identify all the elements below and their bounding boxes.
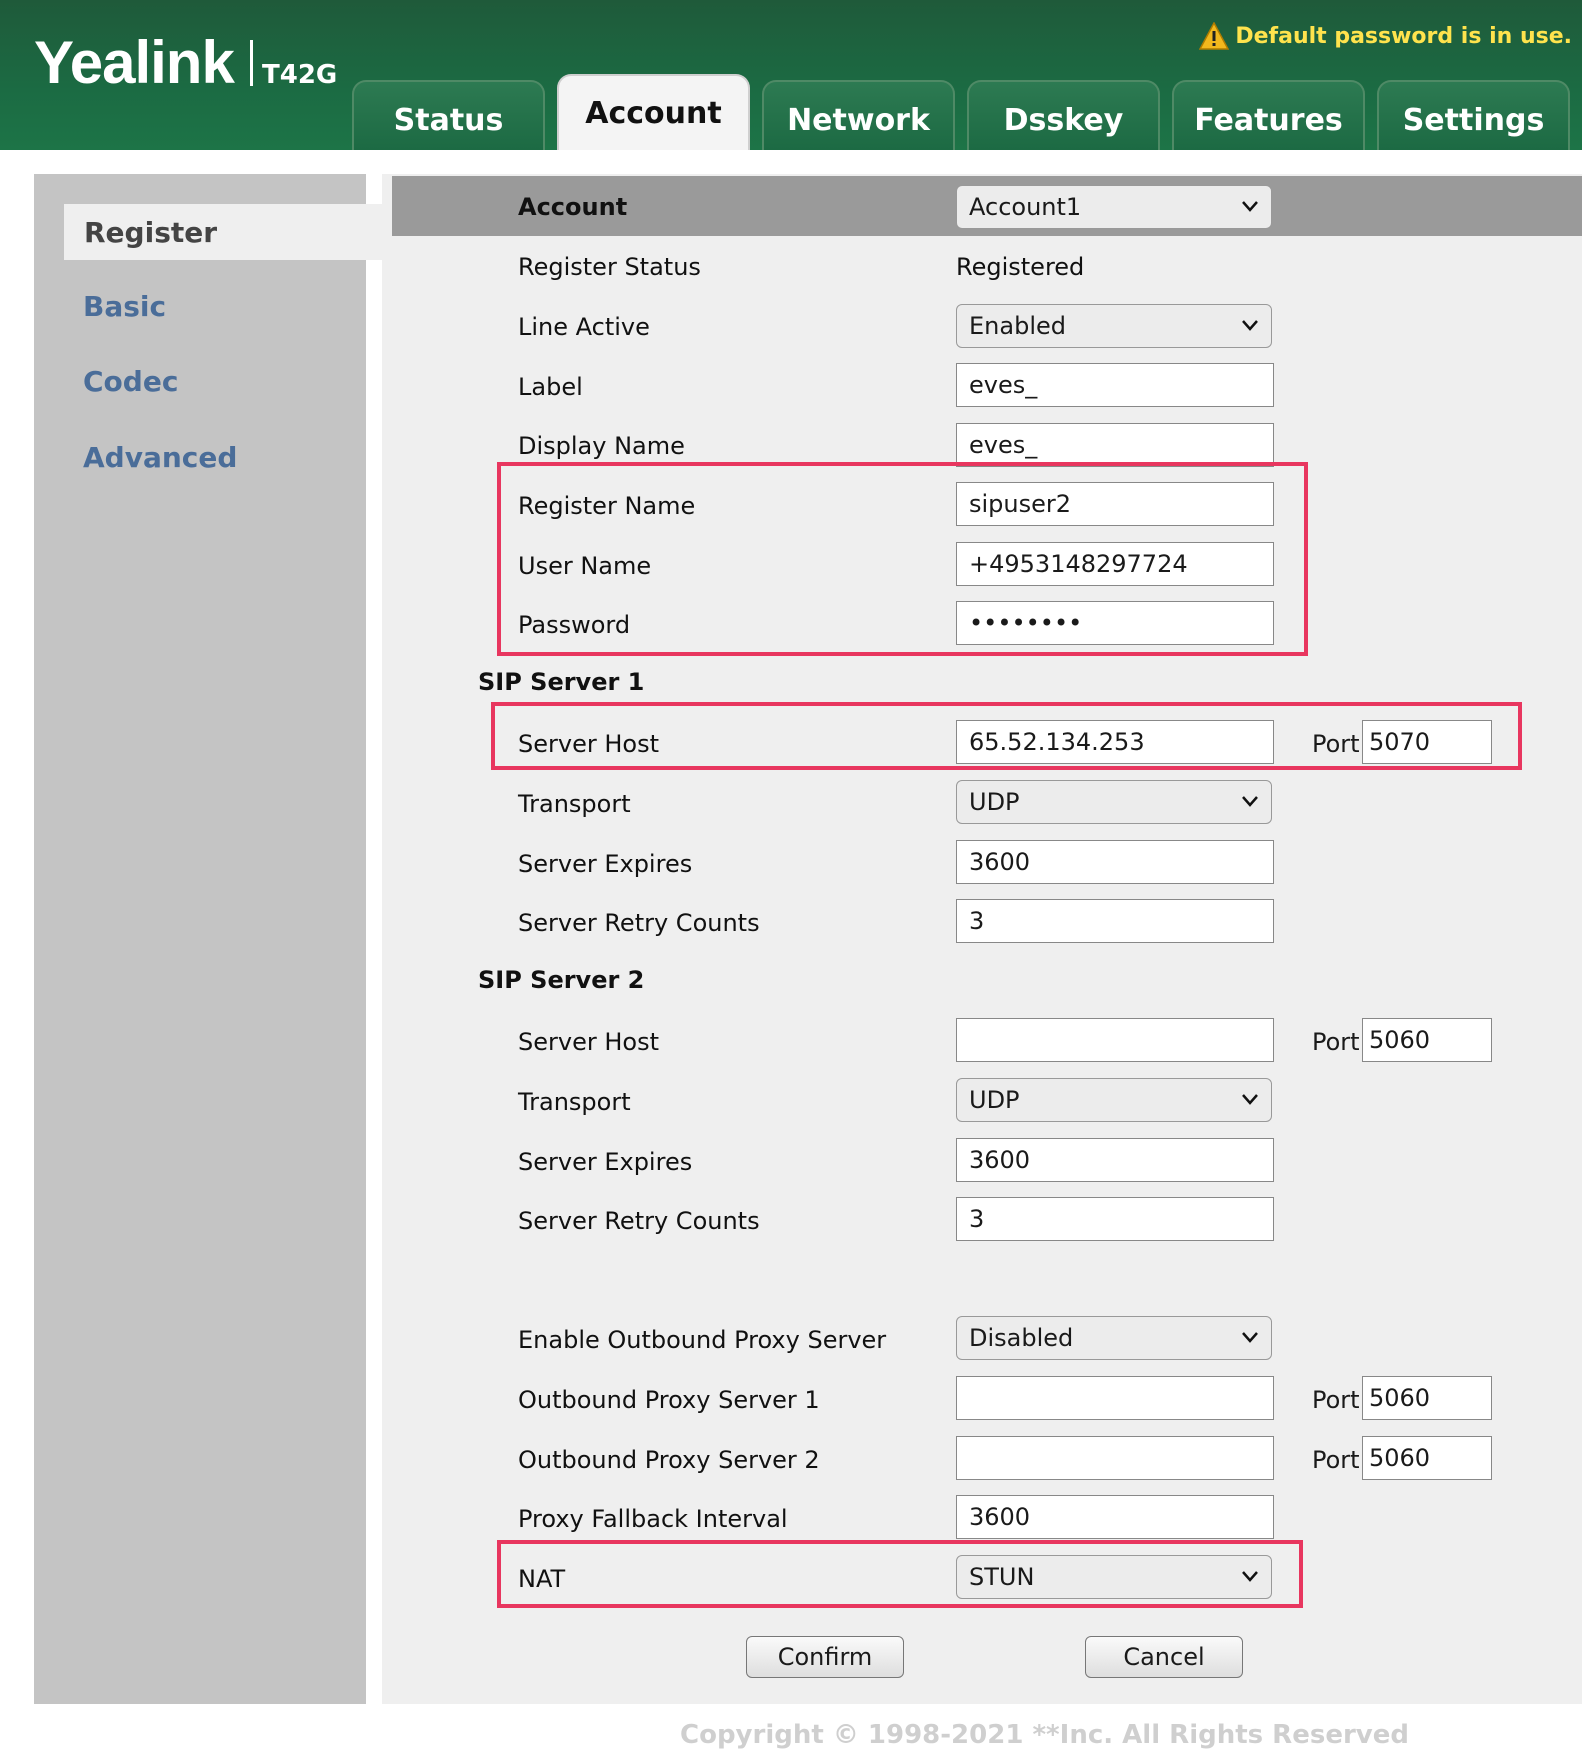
outbound-enable-select[interactable]: Disabled [956, 1316, 1272, 1360]
display-name-input[interactable]: eves_ [956, 423, 1274, 467]
nat-value: STUN [969, 1563, 1035, 1591]
nat-select[interactable]: STUN [956, 1555, 1272, 1599]
sidebar [34, 174, 366, 1704]
sip1-server-expires-input[interactable]: 3600 [956, 840, 1274, 884]
sip2-server-host-input[interactable] [956, 1018, 1274, 1062]
sip1-port-label: Port [1312, 730, 1360, 758]
outbound-proxy-1-port-input[interactable]: 5060 [1362, 1376, 1492, 1420]
outbound-proxy-2-port-input[interactable]: 5060 [1362, 1436, 1492, 1480]
model-name: T42G [262, 60, 338, 90]
user-name-label: User Name [518, 552, 652, 580]
sip2-transport-value: UDP [969, 1086, 1020, 1114]
sidebar-item-register[interactable]: Register [64, 204, 382, 260]
proxy-fallback-input[interactable]: 3600 [956, 1495, 1274, 1539]
sip-server-1-title: SIP Server 1 [478, 668, 645, 696]
sidebar-item-codec[interactable]: Codec [83, 365, 178, 398]
outbound-proxy-1-input[interactable] [956, 1376, 1274, 1420]
confirm-button[interactable]: Confirm [746, 1636, 904, 1678]
sip1-transport-select[interactable]: UDP [956, 780, 1272, 824]
sip2-transport-label: Transport [518, 1088, 631, 1116]
nat-label: NAT [518, 1565, 566, 1593]
sip1-retry-counts-label: Server Retry Counts [518, 909, 760, 937]
chevron-down-icon [1242, 1332, 1258, 1343]
sip2-server-expires-label: Server Expires [518, 1148, 693, 1176]
logo-divider [250, 40, 253, 86]
top-header: Yealink T42G Default password is in use.… [0, 0, 1582, 150]
sip2-transport-select[interactable]: UDP [956, 1078, 1272, 1122]
sip2-server-host-label: Server Host [518, 1028, 659, 1056]
outbound-enable-value: Disabled [969, 1324, 1074, 1352]
outbound-proxy-2-port-label: Port [1312, 1446, 1360, 1474]
outbound-proxy-1-port-label: Port [1312, 1386, 1360, 1414]
sidebar-item-basic[interactable]: Basic [83, 290, 166, 323]
password-label: Password [518, 611, 631, 639]
sip1-transport-value: UDP [969, 788, 1020, 816]
tab-status[interactable]: Status [352, 80, 545, 150]
warning-icon [1199, 22, 1230, 50]
line-active-value: Enabled [969, 312, 1066, 340]
sip2-port-input[interactable]: 5060 [1362, 1018, 1492, 1062]
outbound-proxy-2-input[interactable] [956, 1436, 1274, 1480]
account-label: Account [518, 193, 628, 221]
register-name-label: Register Name [518, 492, 696, 520]
tab-features[interactable]: Features [1172, 80, 1365, 150]
chevron-down-icon [1242, 1571, 1258, 1582]
register-name-input[interactable]: sipuser2 [956, 482, 1274, 526]
tab-network[interactable]: Network [762, 80, 955, 150]
proxy-fallback-label: Proxy Fallback Interval [518, 1505, 788, 1533]
tab-settings[interactable]: Settings [1377, 80, 1570, 150]
warning-text: Default password is in use. [1235, 23, 1572, 49]
sip1-server-expires-label: Server Expires [518, 850, 693, 878]
display-name-label: Display Name [518, 432, 685, 460]
copyright-footer: Copyright © 1998-2021 **Inc. All Rights … [680, 1720, 1409, 1750]
account-value: Account1 [969, 193, 1082, 221]
main-tabs: Status Account Network Dsskey Features S… [352, 74, 1570, 150]
sip1-transport-label: Transport [518, 790, 631, 818]
outbound-proxy-1-label: Outbound Proxy Server 1 [518, 1386, 820, 1414]
chevron-down-icon [1242, 1094, 1258, 1105]
sidebar-item-advanced[interactable]: Advanced [83, 441, 237, 474]
default-password-warning: Default password is in use. [1199, 22, 1572, 50]
line-active-label: Line Active [518, 313, 650, 341]
tab-account[interactable]: Account [557, 74, 750, 150]
user-name-input[interactable]: +4953148297724 [956, 542, 1274, 586]
chevron-down-icon [1242, 796, 1258, 807]
sip2-server-expires-input[interactable]: 3600 [956, 1138, 1274, 1182]
outbound-enable-label: Enable Outbound Proxy Server [518, 1326, 887, 1354]
label-input[interactable]: eves_ [956, 363, 1274, 407]
sip1-port-input[interactable]: 5070 [1362, 720, 1492, 764]
chevron-down-icon [1242, 320, 1258, 331]
sip2-port-label: Port [1312, 1028, 1360, 1056]
sip1-server-host-label: Server Host [518, 730, 659, 758]
register-status-label: Register Status [518, 253, 701, 281]
sip1-server-host-input[interactable]: 65.52.134.253 [956, 720, 1274, 764]
tab-dsskey[interactable]: Dsskey [967, 80, 1160, 150]
sip-server-2-title: SIP Server 2 [478, 966, 645, 994]
brand-logo: Yealink [34, 29, 235, 96]
chevron-down-icon [1242, 201, 1258, 212]
register-status-value: Registered [956, 253, 1085, 281]
account-select[interactable]: Account1 [956, 185, 1272, 229]
line-active-select[interactable]: Enabled [956, 304, 1272, 348]
sip2-retry-counts-input[interactable]: 3 [956, 1197, 1274, 1241]
sip1-retry-counts-input[interactable]: 3 [956, 899, 1274, 943]
sip2-retry-counts-label: Server Retry Counts [518, 1207, 760, 1235]
cancel-button[interactable]: Cancel [1085, 1636, 1243, 1678]
password-input[interactable]: •••••••• [956, 601, 1274, 645]
outbound-proxy-2-label: Outbound Proxy Server 2 [518, 1446, 820, 1474]
label-field-label: Label [518, 373, 583, 401]
